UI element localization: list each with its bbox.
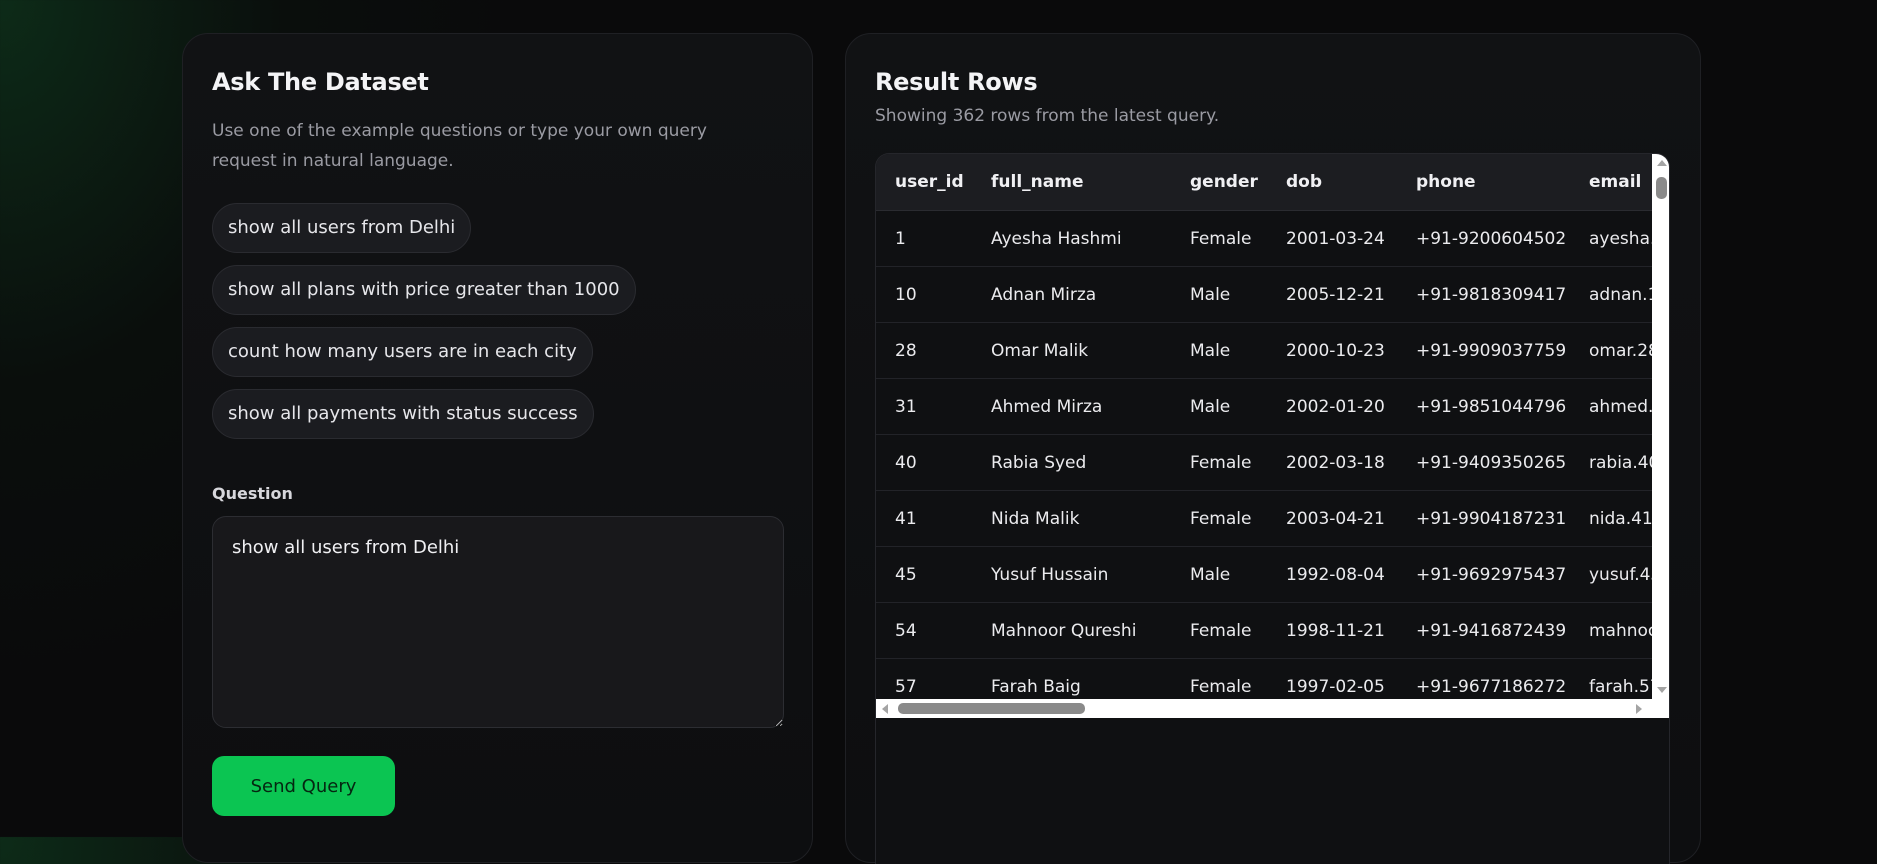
ask-dataset-description: Use one of the example questions or type…: [212, 121, 707, 171]
table-cell-user-id: 45: [876, 546, 972, 603]
scroll-left-arrow-icon[interactable]: [882, 704, 888, 714]
scroll-up-arrow-icon[interactable]: [1657, 160, 1667, 166]
column-header-email[interactable]: email: [1570, 154, 1652, 211]
table-cell-full-name: Farah Baig: [972, 658, 1171, 699]
table-cell-dob: 1992-08-04: [1267, 546, 1397, 603]
table-cell-email: mahnoor: [1570, 602, 1652, 659]
scroll-down-arrow-icon[interactable]: [1657, 687, 1667, 693]
table-cell-dob: 2001-03-24: [1267, 210, 1397, 267]
column-header-user-id[interactable]: user_id: [876, 154, 972, 211]
results-table: user_id full_name gender dob phone email 1 Aye…: [876, 154, 1652, 699]
example-question-chip[interactable]: show all users from Delhi: [212, 203, 472, 253]
table-cell-email: omar.28: [1570, 322, 1652, 379]
table-cell-gender: Female: [1171, 210, 1267, 267]
table-cell-user-id: 10: [876, 266, 972, 323]
ask-dataset-title: Ask The Dataset: [212, 68, 429, 96]
table-cell-gender: Female: [1171, 490, 1267, 547]
table-cell-email: ahmed.31: [1570, 378, 1652, 435]
table-cell-full-name: Mahnoor Qureshi: [972, 602, 1171, 659]
table-cell-user-id: 41: [876, 490, 972, 547]
table-cell-user-id: 28: [876, 322, 972, 379]
table-cell-dob: 2000-10-23: [1267, 322, 1397, 379]
question-label: Question: [212, 484, 293, 503]
horizontal-scroll-thumb[interactable]: [898, 703, 1085, 714]
table-row[interactable]: 57 Farah Baig Female 1997-02-05 +91-96771862…: [876, 658, 1652, 699]
result-rows-title: Result Rows: [875, 68, 1038, 96]
table-cell-dob: 2002-03-18: [1267, 434, 1397, 491]
column-header-gender[interactable]: gender: [1171, 154, 1267, 211]
table-cell-email: ayesha.1: [1570, 210, 1652, 267]
result-rows-panel: Result Rows Showing 362 rows from the la…: [845, 33, 1701, 864]
table-cell-email: farah.57: [1570, 658, 1652, 699]
table-cell-dob: 1998-11-21: [1267, 602, 1397, 659]
table-cell-email: adnan.10: [1570, 266, 1652, 323]
results-table-panel: user_id full_name gender dob phone email 1 Aye…: [875, 153, 1670, 864]
table-row[interactable]: 41 Nida Malik Female 2003-04-21 +91-99041872…: [876, 490, 1652, 547]
column-header-phone[interactable]: phone: [1397, 154, 1570, 211]
vertical-scrollbar[interactable]: [1652, 154, 1669, 699]
table-row[interactable]: 1 Ayesha Hashmi Female 2001-03-24 +91-920060…: [876, 210, 1652, 267]
table-row[interactable]: 28 Omar Malik Male 2000-10-23 +91-9909037759…: [876, 322, 1652, 379]
table-cell-gender: Male: [1171, 546, 1267, 603]
vertical-scroll-thumb[interactable]: [1656, 177, 1667, 199]
table-cell-email: rabia.40: [1570, 434, 1652, 491]
table-cell-dob: 2003-04-21: [1267, 490, 1397, 547]
example-question-chip[interactable]: show all payments with status success: [212, 389, 594, 439]
example-question-chip[interactable]: count how many users are in each city: [212, 327, 593, 377]
column-header-dob[interactable]: dob: [1267, 154, 1397, 211]
results-table-viewport[interactable]: user_id full_name gender dob phone email 1 Aye…: [876, 154, 1652, 699]
table-cell-phone: +91-9416872439: [1397, 602, 1570, 659]
table-cell-full-name: Yusuf Hussain: [972, 546, 1171, 603]
table-cell-full-name: Nida Malik: [972, 490, 1171, 547]
table-row[interactable]: 54 Mahnoor Qureshi Female 1998-11-21 +91-941…: [876, 602, 1652, 659]
example-question-chip[interactable]: show all plans with price greater than 1…: [212, 265, 636, 315]
table-cell-user-id: 31: [876, 378, 972, 435]
table-cell-phone: +91-9200604502: [1397, 210, 1570, 267]
ask-dataset-panel: Ask The Dataset Use one of the example q…: [182, 33, 813, 863]
table-cell-full-name: Ahmed Mirza: [972, 378, 1171, 435]
table-header-row: user_id full_name gender dob phone email: [876, 154, 1652, 211]
question-input[interactable]: [212, 516, 784, 728]
table-cell-phone: +91-9677186272: [1397, 658, 1570, 699]
column-header-full-name[interactable]: full_name: [972, 154, 1171, 211]
table-cell-dob: 2002-01-20: [1267, 378, 1397, 435]
table-cell-user-id: 54: [876, 602, 972, 659]
table-cell-gender: Female: [1171, 602, 1267, 659]
table-cell-phone: +91-9818309417: [1397, 266, 1570, 323]
horizontal-scrollbar[interactable]: [876, 699, 1669, 718]
table-cell-phone: +91-9904187231: [1397, 490, 1570, 547]
table-cell-dob: 2005-12-21: [1267, 266, 1397, 323]
table-cell-phone: +91-9909037759: [1397, 322, 1570, 379]
table-cell-dob: 1997-02-05: [1267, 658, 1397, 699]
table-cell-phone: +91-9692975437: [1397, 546, 1570, 603]
table-cell-full-name: Omar Malik: [972, 322, 1171, 379]
table-row[interactable]: 10 Adnan Mirza Male 2005-12-21 +91-981830941…: [876, 266, 1652, 323]
table-cell-gender: Male: [1171, 266, 1267, 323]
table-cell-gender: Male: [1171, 378, 1267, 435]
send-query-button[interactable]: Send Query: [212, 756, 395, 816]
table-cell-email: nida.41: [1570, 490, 1652, 547]
table-cell-full-name: Ayesha Hashmi: [972, 210, 1171, 267]
result-rows-description: Showing 362 rows from the latest query.: [875, 106, 1220, 126]
table-cell-full-name: Rabia Syed: [972, 434, 1171, 491]
table-cell-user-id: 57: [876, 658, 972, 699]
table-cell-user-id: 40: [876, 434, 972, 491]
table-cell-full-name: Adnan Mirza: [972, 266, 1171, 323]
table-row[interactable]: 31 Ahmed Mirza Male 2002-01-20 +91-985104479…: [876, 378, 1652, 435]
table-cell-user-id: 1: [876, 210, 972, 267]
table-cell-gender: Female: [1171, 658, 1267, 699]
table-cell-gender: Female: [1171, 434, 1267, 491]
table-cell-phone: +91-9851044796: [1397, 378, 1570, 435]
table-row[interactable]: 40 Rabia Syed Female 2002-03-18 +91-94093502…: [876, 434, 1652, 491]
table-cell-phone: +91-9409350265: [1397, 434, 1570, 491]
table-cell-gender: Male: [1171, 322, 1267, 379]
table-cell-email: yusuf.45: [1570, 546, 1652, 603]
scroll-right-arrow-icon[interactable]: [1636, 704, 1642, 714]
table-row[interactable]: 45 Yusuf Hussain Male 1992-08-04 +91-9692975…: [876, 546, 1652, 603]
